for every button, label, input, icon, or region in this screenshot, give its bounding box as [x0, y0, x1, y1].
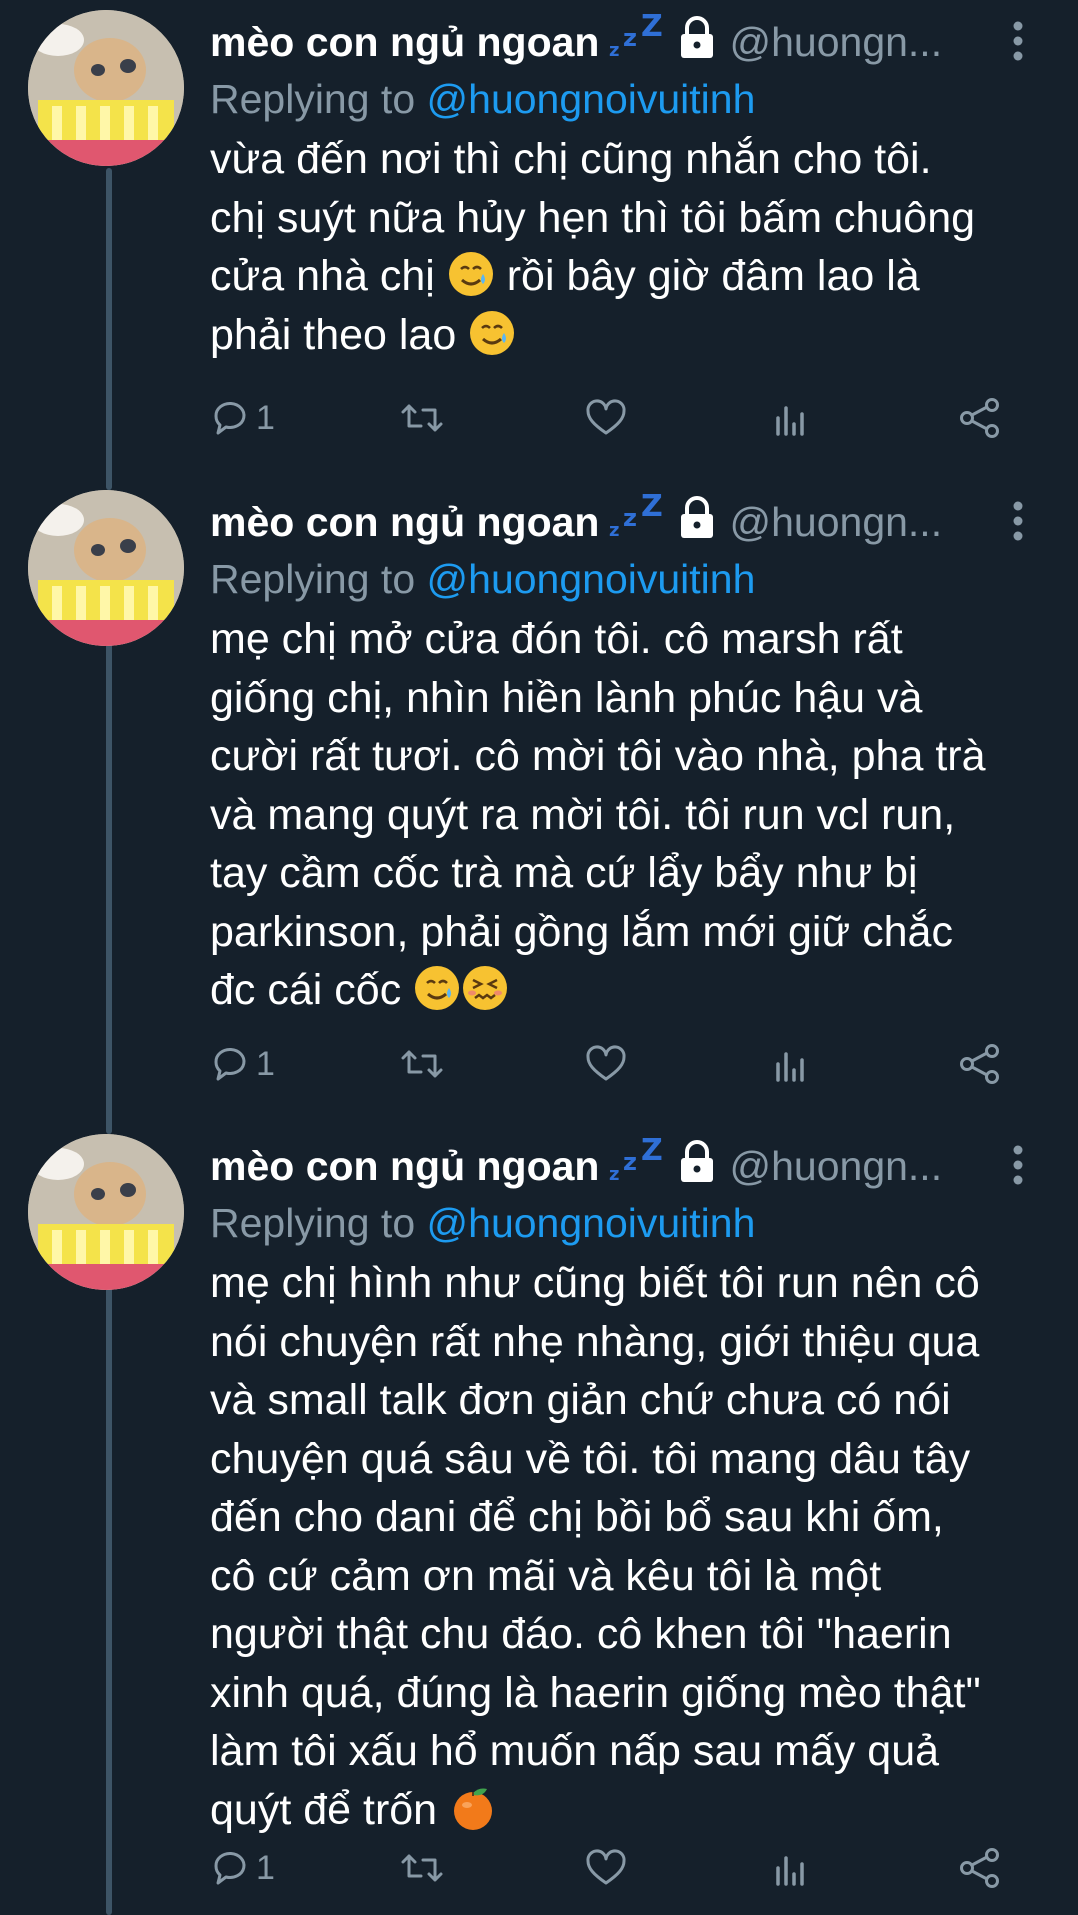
reply-icon [214, 402, 246, 435]
more-icon[interactable] [1000, 1140, 1036, 1190]
smiling-face-with-tear-icon [415, 966, 460, 1010]
tweet[interactable]: mèo con ngủ ngoan z z Z @huongn... Replying … [0, 480, 1078, 1134]
replying-prefix: Replying to [210, 1200, 416, 1246]
replying-to: Replying to @huongnoivuitinh [210, 552, 755, 606]
replying-to: Replying to @huongnoivuitinh [210, 72, 755, 126]
svg-text:Z: Z [641, 494, 663, 524]
avatar[interactable] [28, 490, 184, 646]
thread-connector [106, 168, 112, 490]
reply-icon [214, 1852, 246, 1885]
tweet-header: mèo con ngủ ngoan z z Z @huongn... [210, 14, 1050, 70]
sleep-zzz-icon: zzZ [609, 1138, 663, 1184]
share-button[interactable] [958, 1840, 1002, 1896]
stats-button[interactable] [770, 1840, 810, 1896]
thread-connector [106, 1274, 112, 1915]
stats-icon [776, 1052, 804, 1082]
author-handle[interactable]: @huongn... [729, 499, 942, 545]
share-button[interactable] [958, 1036, 1002, 1092]
more-icon[interactable] [1000, 16, 1036, 66]
tweet-header: mèo con ngủ ngoan z z Z @huongn... [210, 1138, 1050, 1194]
stats-button[interactable] [770, 1036, 810, 1092]
reply-button[interactable]: 1 [210, 1840, 275, 1896]
sleep-zzz-icon: zzZ [609, 14, 663, 60]
like-button[interactable] [585, 1840, 627, 1896]
author-name[interactable]: mèo con ngủ ngoan [210, 1143, 599, 1189]
reply-count: 1 [256, 1044, 275, 1083]
replying-handle-link[interactable]: @huongnoivuitinh [427, 1200, 756, 1246]
confounded-face-icon [463, 966, 508, 1010]
replying-to: Replying to @huongnoivuitinh [210, 1196, 755, 1250]
tweet-header: mèo con ngủ ngoan z z Z @huongn... [210, 494, 1050, 550]
retweet-icon [401, 404, 443, 432]
share-icon [960, 1044, 999, 1084]
lock-icon [681, 496, 714, 538]
retweet-button[interactable] [400, 1036, 444, 1092]
share-icon [960, 1848, 999, 1888]
tangerine-icon [454, 1788, 493, 1830]
like-icon [586, 1045, 626, 1081]
reply-button[interactable]: 1 [210, 390, 275, 446]
tweet-actions: 1 [210, 1036, 1030, 1092]
share-button[interactable] [958, 390, 1002, 446]
reply-icon [214, 1048, 246, 1081]
replying-prefix: Replying to [210, 556, 416, 602]
reply-count: 1 [256, 1848, 275, 1887]
tweet-text: vừa đến nơi thì chị cũng nhắn cho tôi. c… [210, 130, 1050, 364]
sleep-zzz-icon: zzZ [609, 494, 663, 540]
avatar[interactable] [28, 10, 184, 166]
svg-text:z: z [609, 520, 619, 540]
stats-icon [776, 406, 804, 436]
svg-text:Z: Z [641, 1138, 663, 1168]
avatar[interactable] [28, 1134, 184, 1290]
retweet-icon [401, 1854, 443, 1882]
tweet[interactable]: mèo con ngủ ngoan z z Z @huongn... Replying … [0, 1124, 1078, 1915]
retweet-button[interactable] [400, 1840, 444, 1896]
more-icon[interactable] [1000, 496, 1036, 546]
tweet-text-part: mẹ chị mở cửa đón tôi. cô marsh rất giốn… [210, 615, 986, 1014]
author-handle[interactable]: @huongn... [729, 19, 942, 65]
lock-icon [681, 16, 714, 58]
stats-icon [776, 1856, 804, 1886]
svg-text:z: z [623, 1148, 637, 1176]
retweet-button[interactable] [400, 390, 444, 446]
share-icon [960, 398, 999, 438]
author-name[interactable]: mèo con ngủ ngoan [210, 499, 599, 545]
tweet[interactable]: mèo con ngủ ngoan z z Z @huongn... Replying … [0, 0, 1078, 490]
svg-text:z: z [623, 504, 637, 532]
replying-prefix: Replying to [210, 76, 416, 122]
like-button[interactable] [585, 1036, 627, 1092]
tweet-text: mẹ chị mở cửa đón tôi. cô marsh rất giốn… [210, 610, 1050, 1020]
replying-handle-link[interactable]: @huongnoivuitinh [427, 556, 756, 602]
stats-button[interactable] [770, 390, 810, 446]
like-button[interactable] [585, 390, 627, 446]
like-icon [586, 399, 626, 435]
svg-text:z: z [609, 40, 619, 60]
author-handle[interactable]: @huongn... [729, 1143, 942, 1189]
lock-icon [681, 1140, 714, 1182]
like-icon [586, 1849, 626, 1885]
svg-text:z: z [609, 1164, 619, 1184]
tweet-text: mẹ chị hình như cũng biết tôi run nên cô… [210, 1254, 1050, 1839]
tweet-text-part: mẹ chị hình như cũng biết tôi run nên cô… [210, 1259, 981, 1834]
tweet-thread: mèo con ngủ ngoan z z Z @huongn... Replying … [0, 0, 1078, 1915]
smiling-face-with-tear-icon [448, 252, 493, 296]
tweet-actions: 1 [210, 390, 1030, 446]
thread-connector [106, 630, 112, 1134]
svg-text:z: z [623, 24, 637, 52]
replying-handle-link[interactable]: @huongnoivuitinh [427, 76, 756, 122]
author-name[interactable]: mèo con ngủ ngoan [210, 19, 599, 65]
reply-count: 1 [256, 398, 275, 437]
retweet-icon [401, 1050, 443, 1078]
reply-button[interactable]: 1 [210, 1036, 275, 1092]
tweet-actions: 1 [210, 1840, 1030, 1896]
svg-text:Z: Z [641, 14, 663, 44]
smiling-face-with-tear-icon [470, 310, 515, 355]
